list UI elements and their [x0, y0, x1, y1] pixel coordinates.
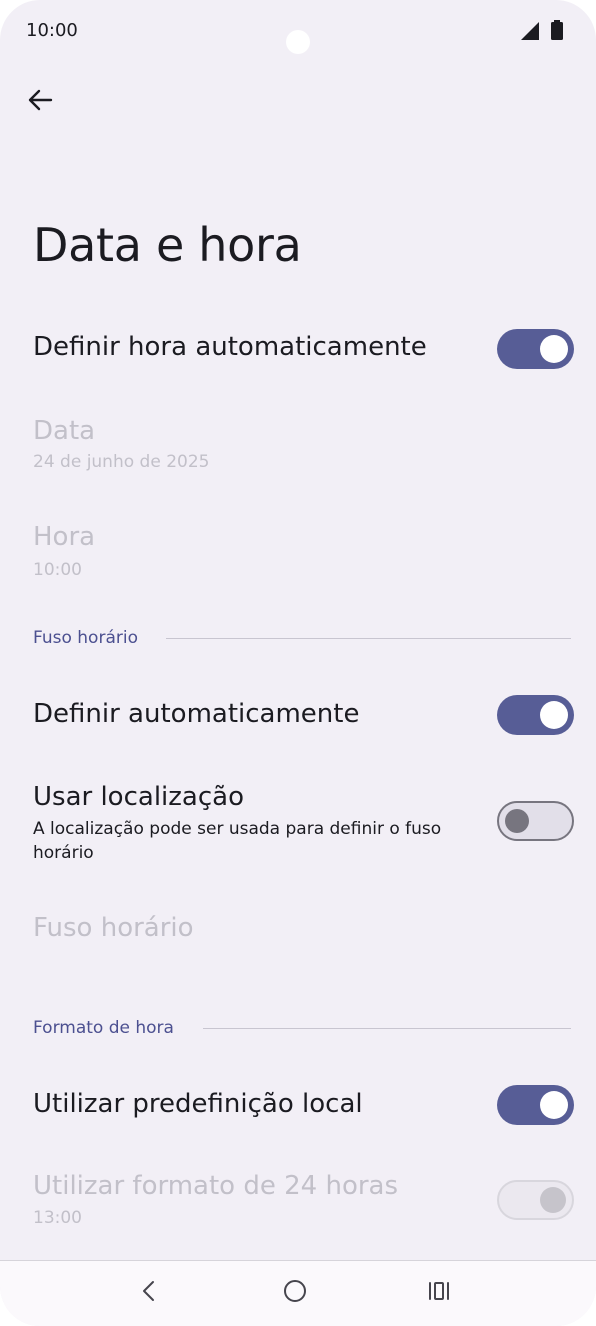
page-title: Data e hora — [33, 218, 302, 272]
back-button[interactable] — [20, 80, 60, 120]
nav-back-button[interactable] — [124, 1271, 172, 1311]
toggle-knob — [505, 809, 529, 833]
format-24h-label: Utilizar formato de 24 horas — [33, 1171, 399, 1201]
section-divider — [203, 1028, 571, 1029]
toggle-knob — [540, 1091, 568, 1119]
home-circle-icon — [284, 1280, 306, 1302]
date-label: Data — [33, 416, 96, 446]
date-row: Data 24 de junho de 2025 — [0, 410, 596, 480]
phone-screen: 10:00 Data e hora Definir hora automatic… — [0, 0, 596, 1326]
status-time: 10:00 — [26, 20, 78, 41]
auto-time-row[interactable]: Definir hora automaticamente — [0, 318, 596, 382]
date-value: 24 de junho de 2025 — [33, 452, 210, 472]
use-location-toggle[interactable] — [497, 801, 574, 841]
use-location-description: A localização pode ser usada para defini… — [33, 819, 442, 863]
time-row: Hora 10:00 — [0, 518, 596, 588]
locale-default-row[interactable]: Utilizar predefinição local — [0, 1074, 596, 1138]
auto-timezone-row[interactable]: Definir automaticamente — [0, 684, 596, 748]
nav-home-button[interactable] — [271, 1271, 319, 1311]
auto-time-toggle[interactable] — [497, 329, 574, 369]
back-chevron-icon — [143, 1281, 154, 1301]
use-location-row[interactable]: Usar localização A localização pode ser … — [0, 780, 596, 870]
status-bar: 10:00 — [0, 0, 596, 60]
navigation-bar — [0, 1260, 596, 1326]
camera-cutout — [286, 30, 310, 54]
timezone-row: Fuso horário — [0, 906, 596, 956]
arrow-left-icon — [28, 89, 53, 111]
recents-icon — [429, 1282, 449, 1300]
nav-recents-button[interactable] — [415, 1271, 463, 1311]
section-divider — [166, 638, 571, 639]
use-location-label: Usar localização — [33, 782, 244, 812]
format-24h-value: 13:00 — [33, 1208, 82, 1228]
battery-icon — [551, 20, 563, 40]
format-24h-toggle — [497, 1180, 574, 1220]
time-value: 10:00 — [33, 560, 82, 580]
locale-default-label: Utilizar predefinição local — [33, 1089, 363, 1119]
auto-timezone-label: Definir automaticamente — [33, 699, 360, 729]
signal-icon — [521, 22, 539, 40]
format-section-header: Formato de hora — [33, 1018, 174, 1038]
timezone-section-header: Fuso horário — [33, 628, 138, 648]
toggle-knob — [540, 701, 568, 729]
timezone-label: Fuso horário — [33, 913, 194, 943]
time-label: Hora — [33, 522, 96, 552]
auto-time-label: Definir hora automaticamente — [33, 332, 427, 362]
format-24h-row: Utilizar formato de 24 horas 13:00 — [0, 1168, 596, 1238]
toggle-knob — [540, 1187, 566, 1213]
locale-default-toggle[interactable] — [497, 1085, 574, 1125]
toggle-knob — [540, 335, 568, 363]
auto-timezone-toggle[interactable] — [497, 695, 574, 735]
